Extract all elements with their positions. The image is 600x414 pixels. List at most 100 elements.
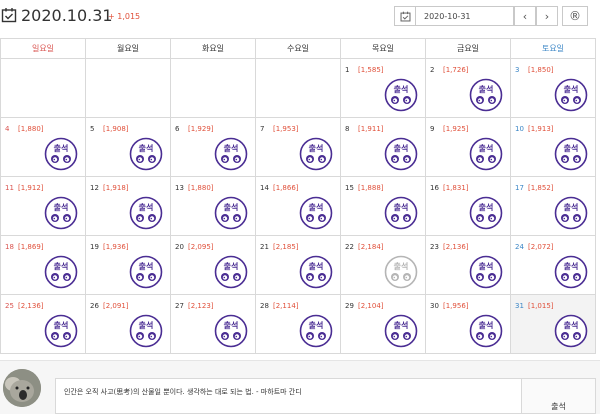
stamp-text: 출석 xyxy=(479,143,494,153)
day-attendance-count: [1,888] xyxy=(358,184,384,192)
day-attendance-count: [1,912] xyxy=(18,184,44,192)
day-cell[interactable]: 12 [1,918] 출석 xyxy=(86,177,171,236)
day-cell[interactable]: 30 [1,956] 출석 xyxy=(426,295,511,354)
calendar-button[interactable] xyxy=(394,6,416,26)
day-number: 15 xyxy=(345,184,354,192)
day-cell[interactable]: 24 [2,072] 출석 xyxy=(511,236,596,295)
day-cell[interactable]: 21 [2,185] 출석 xyxy=(256,236,341,295)
stamp-text: 출석 xyxy=(309,143,324,153)
attendance-stamp-icon: 출석 xyxy=(384,196,418,230)
day-number: 22 xyxy=(345,243,354,251)
day-cell[interactable]: 11 [1,912] 출석 xyxy=(1,177,86,236)
day-cell[interactable]: 13 [1,880] 출석 xyxy=(171,177,256,236)
registered-button[interactable]: ® xyxy=(562,6,588,26)
day-cell[interactable]: 26 [2,091] 출석 xyxy=(86,295,171,354)
day-cell[interactable]: 15 [1,888] 출석 xyxy=(341,177,426,236)
day-cell[interactable]: 7 [1,953] 출석 xyxy=(256,118,341,177)
day-cell[interactable]: 20 [2,095] 출석 xyxy=(171,236,256,295)
stamp-text: 출석 xyxy=(224,202,239,212)
day-number: 19 xyxy=(90,243,99,251)
attendance-stamp-icon: 출석 xyxy=(554,314,588,348)
next-day-button[interactable]: › xyxy=(536,6,558,26)
day-attendance-count: [1,918] xyxy=(103,184,129,192)
attendance-stamp-icon: 출석 xyxy=(44,137,78,171)
day-attendance-count: [1,726] xyxy=(443,66,469,74)
day-cell[interactable]: 8 [1,911] 출석 xyxy=(341,118,426,177)
attendance-stamp-icon: 출석 xyxy=(469,78,503,112)
day-number: 25 xyxy=(5,302,14,310)
stamp-text: 출석 xyxy=(394,261,409,271)
day-number: 9 xyxy=(430,125,435,133)
stamp-text: 출석 xyxy=(139,143,154,153)
day-attendance-count: [1,925] xyxy=(443,125,469,133)
day-cell[interactable]: 4 [1,880] 출석 xyxy=(1,118,86,177)
day-cell[interactable]: 19 [1,936] 출석 xyxy=(86,236,171,295)
day-number: 17 xyxy=(515,184,524,192)
stamp-text: 출석 xyxy=(139,320,154,330)
stamp-text: 출석 xyxy=(224,320,239,330)
day-cell[interactable]: 9 [1,925] 출석 xyxy=(426,118,511,177)
stamp-text: 출석 xyxy=(564,84,579,94)
day-attendance-count: [2,095] xyxy=(188,243,214,251)
day-cell[interactable]: 1 [1,585] 출석 xyxy=(341,59,426,118)
day-number: 21 xyxy=(260,243,269,251)
stamp-text: 출석 xyxy=(394,320,409,330)
day-cell[interactable]: 17 [1,852] 출석 xyxy=(511,177,596,236)
day-cell[interactable]: 28 [2,114] 출석 xyxy=(256,295,341,354)
stamp-text: 출석 xyxy=(309,261,324,271)
day-cell[interactable]: 31 [1,015] 출석 xyxy=(511,295,596,354)
prev-day-button[interactable]: ‹ xyxy=(514,6,536,26)
day-attendance-count: [1,911] xyxy=(358,125,384,133)
attendance-stamp-icon: 출석 xyxy=(554,255,588,289)
day-cell[interactable]: 3 [1,850] 출석 xyxy=(511,59,596,118)
day-cell[interactable]: 27 [2,123] 출석 xyxy=(171,295,256,354)
attendance-stamp-icon: 출석 xyxy=(299,137,333,171)
day-attendance-count: [1,831] xyxy=(443,184,469,192)
day-number: 20 xyxy=(175,243,184,251)
day-cell[interactable]: 14 [1,866] 출석 xyxy=(256,177,341,236)
attendance-stamp-icon: 출석 xyxy=(129,196,163,230)
day-number: 6 xyxy=(175,125,180,133)
day-cell[interactable]: 18 [1,869] 출석 xyxy=(1,236,86,295)
day-cell[interactable]: 22 [2,184] 출석 xyxy=(341,236,426,295)
attendance-calendar: 일요일 월요일 화요일 수요일 목요일 금요일 토요일 1 [1,585] 출석 2 [… xyxy=(0,38,596,354)
comment-bar: 인간은 오직 사고(思考)의 산물일 뿐이다. 생각하는 대로 되는 법. - … xyxy=(0,360,600,414)
day-cell[interactable]: 16 [1,831] 출석 xyxy=(426,177,511,236)
attendance-count: + 1,015 xyxy=(108,12,141,21)
weekday-sunday: 일요일 xyxy=(1,39,86,59)
stamp-text: 출석 xyxy=(564,202,579,212)
day-cell[interactable]: 5 [1,908] 출석 xyxy=(86,118,171,177)
day-cell[interactable]: 25 [2,136] 출석 xyxy=(1,295,86,354)
weekday-saturday: 토요일 xyxy=(511,39,596,59)
day-cell[interactable]: 29 [2,104] 출석 xyxy=(341,295,426,354)
attendance-stamp-icon: 출석 xyxy=(384,314,418,348)
day-number: 5 xyxy=(90,125,95,133)
attendance-stamp-icon: 출석 xyxy=(129,255,163,289)
day-cell[interactable]: 6 [1,929] 출석 xyxy=(171,118,256,177)
date-input[interactable] xyxy=(416,6,514,26)
day-number: 27 xyxy=(175,302,184,310)
day-cell[interactable]: 2 [1,726] 출석 xyxy=(426,59,511,118)
koala-avatar-icon xyxy=(3,369,41,407)
day-attendance-count: [1,850] xyxy=(528,66,554,74)
stamp-text: 출석 xyxy=(54,143,69,153)
attendance-stamp-icon: 출석 xyxy=(44,314,78,348)
day-number: 30 xyxy=(430,302,439,310)
header: 2020.10.31 + 1,015 ‹ › ® xyxy=(0,0,600,36)
submit-attendance-button[interactable]: 출석 xyxy=(522,378,596,414)
calendar-icon xyxy=(400,11,410,21)
day-attendance-count: [1,908] xyxy=(103,125,129,133)
stamp-text: 출석 xyxy=(224,261,239,271)
empty-day-cell xyxy=(86,59,171,118)
comment-input[interactable]: 인간은 오직 사고(思考)의 산물일 뿐이다. 생각하는 대로 되는 법. - … xyxy=(55,378,522,414)
day-attendance-count: [1,929] xyxy=(188,125,214,133)
day-cell[interactable]: 10 [1,913] 출석 xyxy=(511,118,596,177)
day-number: 26 xyxy=(90,302,99,310)
day-attendance-count: [1,880] xyxy=(188,184,214,192)
attendance-stamp-icon: 출석 xyxy=(214,255,248,289)
day-cell[interactable]: 23 [2,136] 출석 xyxy=(426,236,511,295)
day-attendance-count: [1,913] xyxy=(528,125,554,133)
day-attendance-count: [1,866] xyxy=(273,184,299,192)
stamp-text: 출석 xyxy=(139,202,154,212)
day-attendance-count: [1,956] xyxy=(443,302,469,310)
